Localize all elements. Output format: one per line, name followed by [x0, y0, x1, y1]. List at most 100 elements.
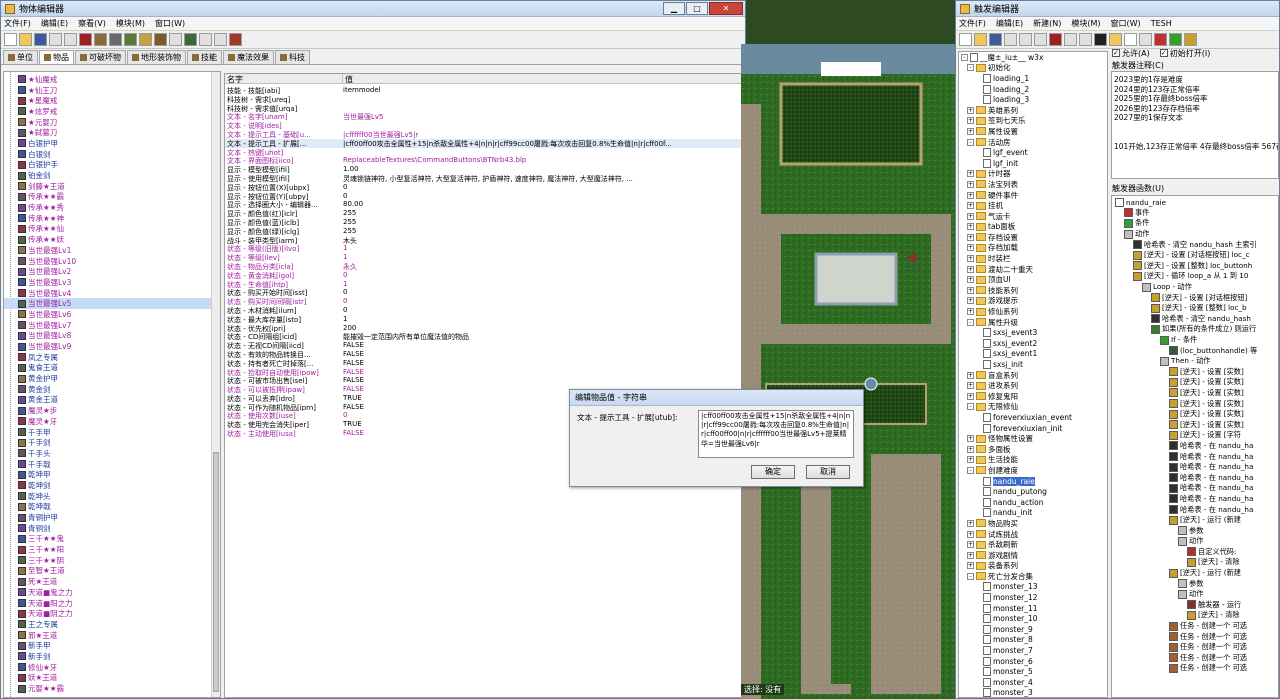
- property-row[interactable]: 状态 - 黄金消耗[igol] 0: [225, 271, 744, 280]
- item-list-entry[interactable]: 传承★★神: [4, 213, 220, 224]
- function-node[interactable]: (loc_buttonhandle) 等: [1112, 345, 1278, 356]
- column-header-name[interactable]: 名字: [225, 74, 343, 84]
- trigger-folder[interactable]: + 进攻系列: [959, 380, 1107, 391]
- tab-ability[interactable]: 技能: [187, 50, 222, 64]
- function-node[interactable]: Then - 动作: [1112, 356, 1278, 367]
- trigger-folder[interactable]: + 渡劫二十重天: [959, 264, 1107, 275]
- trigger-entry[interactable]: loading_2: [959, 84, 1107, 95]
- function-node[interactable]: 任务 - 创建一个 可选: [1112, 642, 1278, 653]
- trigger-folder[interactable]: + 盲盒系列: [959, 370, 1107, 381]
- trigger-entry[interactable]: loading_3: [959, 94, 1107, 105]
- function-node[interactable]: [逆天] - 运行 (新建: [1112, 568, 1278, 579]
- trigger-folder[interactable]: + 存档设置: [959, 232, 1107, 243]
- function-node[interactable]: [逆天] - 设置 [对话框按钮] loc_c: [1112, 250, 1278, 261]
- function-node[interactable]: 动作: [1112, 536, 1278, 547]
- new-icon[interactable]: [959, 33, 972, 46]
- item-list-entry[interactable]: 鬼食王道: [4, 363, 220, 374]
- trigger-folder[interactable]: + 法宝列表: [959, 179, 1107, 190]
- expand-icon[interactable]: +: [967, 541, 974, 549]
- trigger-folder[interactable]: - 无限修仙: [959, 402, 1107, 413]
- item-list-entry[interactable]: 传承★★霸: [4, 192, 220, 203]
- property-row[interactable]: 文本 - 说明[ides]: [225, 121, 744, 130]
- property-row[interactable]: 文本 - 热键[uhot]: [225, 148, 744, 157]
- property-row[interactable]: 文本 - 提示工具 - 基础[u... |cffffff00当世最强Lv5|r: [225, 130, 744, 139]
- function-node[interactable]: [逆天] - 设置 [实数]: [1112, 419, 1278, 430]
- item-list-scroll-thumb[interactable]: [213, 452, 219, 692]
- menu-window[interactable]: 窗口(W): [155, 18, 185, 29]
- map-viewport[interactable]: [741, 44, 959, 699]
- function-node[interactable]: [逆天] - 设置 [对话框按钮]: [1112, 292, 1278, 303]
- function-node[interactable]: [逆天] - 设置 [实数]: [1112, 409, 1278, 420]
- item-list-entry[interactable]: 当世最强Lv2: [4, 266, 220, 277]
- expand-icon[interactable]: +: [967, 562, 974, 570]
- item-list-entry[interactable]: 死★王道: [4, 576, 220, 587]
- item-list-entry[interactable]: 天道■阳之力: [4, 598, 220, 609]
- property-row[interactable]: 文本 - 提示工具 - 扩展[... |cff00ff00攻击全属性+15|n杀敌…: [225, 138, 744, 148]
- function-node[interactable]: nandu_raie: [1112, 197, 1278, 208]
- trigger-entry[interactable]: loading_1: [959, 73, 1107, 84]
- trigger-folder[interactable]: - 活动房: [959, 137, 1107, 148]
- function-node[interactable]: 哈希表 - 在 nandu_ha: [1112, 494, 1278, 505]
- initially-on-checkbox[interactable]: ✓ 初始打开(I): [1159, 48, 1210, 59]
- function-node[interactable]: 哈希表 - 在 nandu_ha: [1112, 462, 1278, 473]
- enabled-checkbox[interactable]: ✓ 允许(A): [1112, 48, 1150, 59]
- function-node[interactable]: [逆天] - 设置 [整数] loc_buttonh: [1112, 261, 1278, 272]
- ok-button[interactable]: 确定: [751, 465, 795, 479]
- item-list-entry[interactable]: 元婴★★霸: [4, 683, 220, 694]
- item-list-entry[interactable]: 黄金护甲: [4, 373, 220, 384]
- sound-icon[interactable]: [139, 33, 152, 46]
- dialog-text-area[interactable]: |cff00ff00攻击全属性+15|n杀敌全属性+4|n|n|r|cff99c…: [698, 410, 854, 458]
- trigger-entry[interactable]: sxsj_event3: [959, 327, 1107, 338]
- item-list-entry[interactable]: 凤之专属: [4, 352, 220, 363]
- ai-icon[interactable]: [184, 33, 197, 46]
- trigger-menu-edit[interactable]: 编辑(E): [996, 18, 1023, 29]
- trigger-folder[interactable]: + 多面板: [959, 444, 1107, 455]
- trigger-entry[interactable]: monster_13: [959, 582, 1107, 593]
- property-row[interactable]: 显示 - 颜色值(绿)[iclg] 255: [225, 227, 744, 236]
- expand-icon[interactable]: +: [967, 191, 974, 199]
- tab-upgrade[interactable]: 科技: [275, 50, 310, 64]
- item-list-entry[interactable]: 当世最强Lv3: [4, 277, 220, 288]
- object-icon[interactable]: [154, 33, 167, 46]
- copy-icon[interactable]: [1019, 33, 1032, 46]
- expand-icon[interactable]: +: [967, 519, 974, 527]
- trigger-comment-box[interactable]: 2023里的1存是难度 2024里的123存正常倍率 2025里的1存最终boss倍…: [1111, 71, 1279, 179]
- collapse-icon[interactable]: -: [961, 53, 968, 61]
- function-node[interactable]: 任务 - 创建一个 可选: [1112, 631, 1278, 642]
- trigger-folder[interactable]: + 修仙系列: [959, 306, 1107, 317]
- save-icon[interactable]: [989, 33, 1002, 46]
- comment-icon[interactable]: [1139, 33, 1152, 46]
- collapse-icon[interactable]: -: [967, 403, 974, 411]
- expand-icon[interactable]: +: [967, 265, 974, 273]
- expand-icon[interactable]: +: [967, 117, 974, 125]
- expand-icon[interactable]: +: [967, 170, 974, 178]
- expand-icon[interactable]: +: [967, 297, 974, 305]
- property-row[interactable]: 状态 - 捡取时自动使用[ipow] FALSE: [225, 368, 744, 377]
- cut-icon[interactable]: [1004, 33, 1017, 46]
- tab-doodad[interactable]: 地形装饰物: [127, 50, 186, 64]
- trigger-folder[interactable]: + 存档加载: [959, 243, 1107, 254]
- expand-icon[interactable]: +: [967, 223, 974, 231]
- copy-icon[interactable]: [49, 33, 62, 46]
- unit-icon[interactable]: [109, 33, 122, 46]
- trigger-folder[interactable]: + 修复鬼阳: [959, 391, 1107, 402]
- property-row[interactable]: 状态 - 有效的物品转换目... FALSE: [225, 350, 744, 359]
- trigger-entry[interactable]: monster_10: [959, 613, 1107, 624]
- trigger-folder[interactable]: + 时装栏: [959, 253, 1107, 264]
- trigger-entry[interactable]: lgf_init: [959, 158, 1107, 169]
- function-node[interactable]: If - 条件: [1112, 335, 1278, 346]
- item-list-entry[interactable]: ★仙魔戒: [4, 74, 220, 85]
- collapse-icon[interactable]: -: [967, 466, 974, 474]
- trigger-menu-window[interactable]: 窗口(W): [1111, 18, 1141, 29]
- trigger-folder[interactable]: - 初始化: [959, 63, 1107, 74]
- trigger-entry[interactable]: sxsj_init: [959, 359, 1107, 370]
- expand-icon[interactable]: +: [967, 244, 974, 252]
- function-node[interactable]: 任务 - 创建一个 可选: [1112, 653, 1278, 664]
- expand-icon[interactable]: +: [967, 127, 974, 135]
- expand-icon[interactable]: +: [967, 286, 974, 294]
- item-list-entry[interactable]: ★炫罗戒: [4, 106, 220, 117]
- minimize-button[interactable]: ▁: [663, 2, 685, 15]
- close-x-icon[interactable]: [1094, 33, 1107, 46]
- trigger-entry[interactable]: monster_12: [959, 592, 1107, 603]
- trigger-entry[interactable]: nandu_putong: [959, 486, 1107, 497]
